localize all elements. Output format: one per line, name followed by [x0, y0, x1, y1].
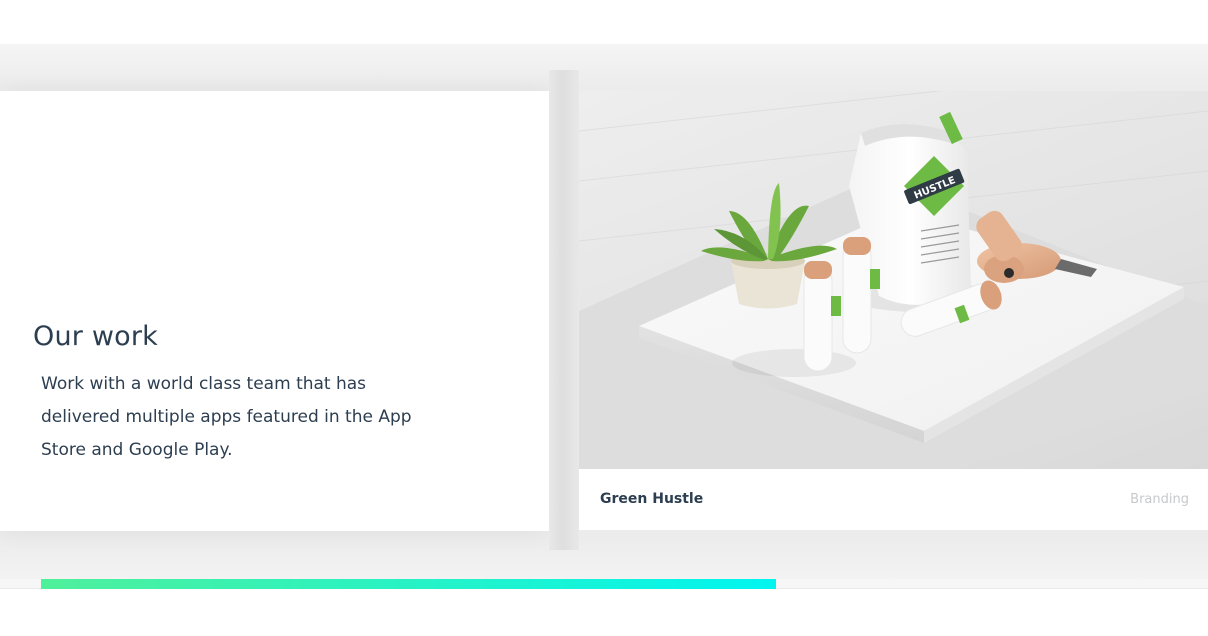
project-category: Branding	[1130, 492, 1189, 507]
project-image[interactable]: HUSTLE	[579, 91, 1208, 469]
branding-mockup-illustration: HUSTLE	[579, 91, 1208, 469]
project-meta: Green Hustle Branding	[579, 469, 1208, 530]
section-title: Our work	[33, 321, 158, 352]
project-name[interactable]: Green Hustle	[600, 491, 703, 507]
section-description: Work with a world class team that has de…	[41, 374, 412, 460]
carousel-progress-bar	[41, 579, 776, 589]
card-gap-shadow	[549, 70, 579, 550]
wooden-pencil-holder	[976, 210, 1097, 283]
intro-card: Our work Work with a world class team th…	[0, 91, 549, 531]
project-card[interactable]: HUSTLE Green Hustle Branding	[579, 91, 1208, 530]
